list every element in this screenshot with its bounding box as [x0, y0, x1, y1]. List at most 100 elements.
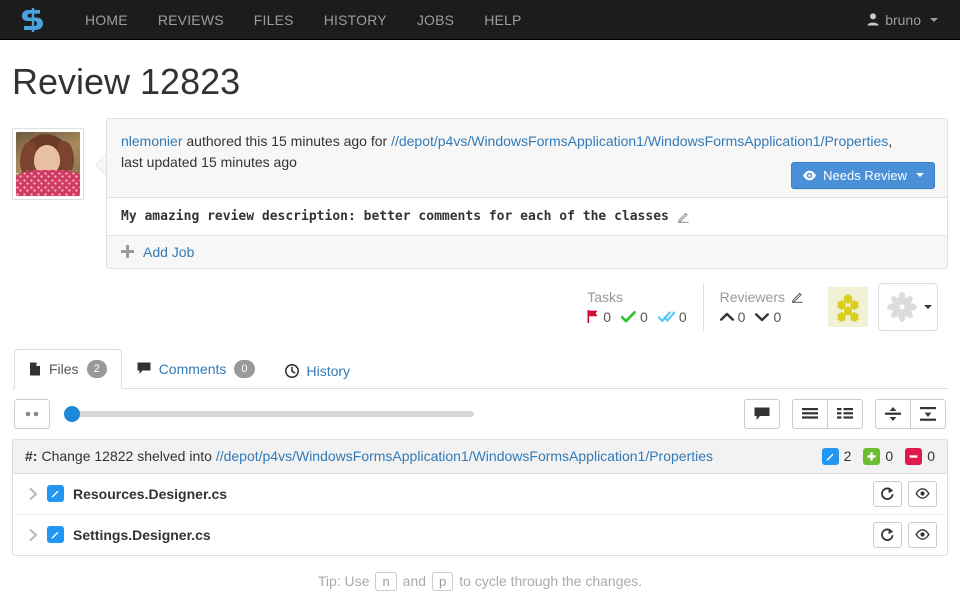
edit-badge-icon: [47, 485, 64, 503]
tasks-label: Tasks: [587, 288, 624, 305]
slider-handle[interactable]: [64, 405, 80, 422]
collapse-expand-group: [875, 398, 946, 429]
page-title: Review 12823: [12, 61, 241, 102]
avatar[interactable]: [12, 127, 84, 200]
file-list: #: Change 12822 shelved into //depot/p4v…: [12, 438, 948, 556]
preview-button[interactable]: [908, 480, 937, 507]
top-navbar: HOME REVIEWS FILES HISTORY JOBS HELP bru…: [0, 0, 960, 40]
review-author-link[interactable]: nlemonier: [121, 133, 182, 149]
hexagon-cluster-avatar[interactable]: [828, 286, 868, 327]
toggle-comments-button[interactable]: [744, 398, 780, 429]
ellipsis-icon: [23, 411, 41, 417]
file-row[interactable]: Resources.Designer.cs: [13, 473, 947, 515]
review-description: My amazing review description: better co…: [107, 196, 947, 235]
nav-link-history[interactable]: HISTORY: [309, 0, 402, 40]
review-card-holder: nlemonier authored this 15 minutes ago f…: [95, 117, 948, 269]
file-actions: [873, 480, 937, 507]
reviewers-down[interactable]: 0: [755, 309, 781, 325]
preview-button[interactable]: [908, 521, 937, 548]
pencil-icon[interactable]: [791, 290, 804, 303]
open-external-icon: [880, 528, 895, 542]
user-icon: [867, 13, 879, 26]
pencil-icon[interactable]: [677, 210, 690, 223]
nav-links: HOME REVIEWS FILES HISTORY JOBS HELP: [70, 0, 537, 40]
flower-avatar-dropdown[interactable]: [878, 282, 938, 331]
view-mode-group: [792, 398, 863, 429]
nav-link-reviews[interactable]: REVIEWS: [143, 0, 239, 40]
tip-suffix: to cycle through the changes.: [459, 573, 643, 590]
eye-icon: [802, 170, 817, 181]
callout-arrow-inner: [96, 154, 106, 175]
review-path-link[interactable]: //depot/p4vs/WindowsFormsApplication1/Wi…: [391, 133, 888, 149]
last-updated-text: last updated 15 minutes ago: [121, 153, 297, 170]
file-row[interactable]: Settings.Designer.cs: [13, 514, 947, 555]
delete-badge-icon: [905, 447, 923, 465]
collapse-all-button[interactable]: [875, 398, 911, 429]
diff-mode-button[interactable]: [14, 398, 50, 429]
review-block: nlemonier authored this 15 minutes ago f…: [12, 117, 948, 269]
chevron-right-icon[interactable]: [29, 528, 38, 541]
nav-link-files[interactable]: FILES: [239, 0, 309, 40]
user-menu[interactable]: bruno: [859, 12, 946, 28]
tasks-open[interactable]: 0: [587, 309, 611, 325]
swarm-s-logo-icon[interactable]: [18, 5, 48, 35]
review-meta-bar: Tasks 0 0 0 Reviewers 0 0: [12, 282, 948, 331]
kbd-n: n: [375, 571, 397, 591]
caret-down-icon: [930, 17, 938, 22]
review-state-button[interactable]: Needs Review: [791, 161, 935, 189]
slider-track[interactable]: [64, 405, 474, 422]
stat-added: 0: [863, 447, 893, 465]
comment-icon: [754, 407, 770, 421]
stat-deleted: 0: [905, 447, 935, 465]
expand-all-button[interactable]: [910, 398, 946, 429]
change-text: Change 12822 shelved into: [41, 448, 212, 465]
flower-avatar: [885, 290, 919, 324]
tip-prefix: Tip: Use: [317, 573, 370, 590]
review-header: nlemonier authored this 15 minutes ago f…: [107, 119, 947, 197]
tasks-addressed[interactable]: 0: [621, 309, 648, 325]
open-external-button[interactable]: [873, 480, 902, 507]
eye-icon: [915, 529, 930, 541]
tasks-values: 0 0 0: [587, 308, 687, 325]
plus-icon: [121, 245, 134, 259]
context-slider[interactable]: [64, 405, 474, 422]
tasks-verified-count: 0: [678, 308, 687, 325]
change-path-link[interactable]: //depot/p4vs/WindowsFormsApplication1/Wi…: [216, 448, 713, 464]
page-body: Review 12823 nlemonier authored this 15 …: [0, 62, 960, 591]
comment-icon: [137, 362, 151, 375]
list-view-icon: [801, 407, 819, 421]
file-actions: [873, 521, 937, 548]
tab-comments[interactable]: Comments 0: [122, 349, 270, 389]
tab-history[interactable]: History: [270, 353, 366, 389]
add-badge-icon: [863, 447, 881, 465]
detail-view-icon: [836, 407, 854, 421]
reviewers-up[interactable]: 0: [719, 309, 745, 325]
reviewers-down-count: 0: [773, 308, 782, 325]
edit-badge-icon: [47, 526, 64, 544]
nav-link-jobs[interactable]: JOBS: [402, 0, 469, 40]
chevron-down-icon: [755, 312, 770, 322]
chevron-right-icon[interactable]: [29, 487, 38, 500]
open-external-button[interactable]: [873, 521, 902, 548]
nav-link-help[interactable]: HELP: [469, 0, 536, 40]
tasks-addressed-count: 0: [640, 308, 648, 325]
nav-link-home[interactable]: HOME: [70, 0, 143, 40]
stat-edited: 2: [821, 447, 851, 465]
file-icon: [29, 362, 41, 376]
change-lead: #:: [25, 448, 38, 465]
add-job-row[interactable]: Add Job: [107, 234, 947, 268]
double-check-icon: [657, 311, 675, 323]
tab-files-label: Files: [49, 360, 79, 377]
view-list-button[interactable]: [792, 398, 828, 429]
file-name: Resources.Designer.cs: [73, 485, 228, 502]
tip-middle: and: [402, 573, 427, 590]
tasks-verified[interactable]: 0: [657, 308, 687, 325]
navbar-right: bruno: [859, 12, 946, 28]
eye-icon: [915, 488, 930, 500]
add-job-link[interactable]: Add Job: [143, 244, 194, 260]
review-card: nlemonier authored this 15 minutes ago f…: [106, 117, 948, 269]
view-detail-button[interactable]: [827, 398, 863, 429]
kbd-p: p: [432, 571, 454, 591]
collapse-icon: [884, 406, 902, 422]
tab-files[interactable]: Files 2: [14, 348, 122, 389]
